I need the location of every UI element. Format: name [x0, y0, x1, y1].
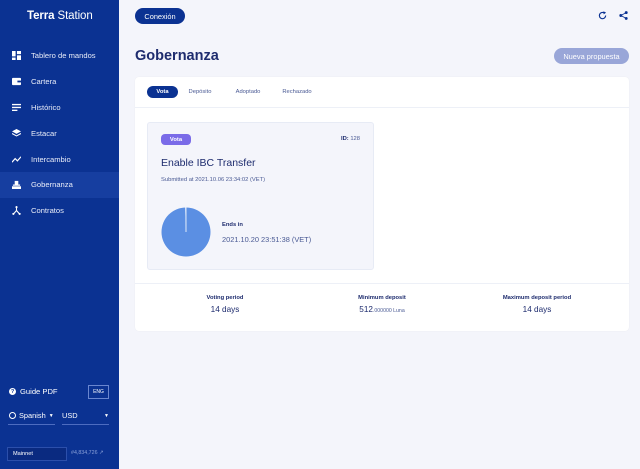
sidebar-item-label: Gobernanza	[31, 180, 73, 190]
connect-button[interactable]: Conexión	[135, 8, 185, 24]
currency-select[interactable]: USD ▼	[62, 411, 109, 420]
tab-passed[interactable]: Adoptado	[228, 86, 268, 98]
share-icon[interactable]	[619, 11, 628, 20]
language-value: Spanish	[19, 411, 46, 420]
sidebar-item-contracts[interactable]: Contratos	[0, 198, 119, 224]
refresh-icon[interactable]	[598, 11, 607, 20]
sidebar-item-wallet[interactable]: Cartera	[0, 69, 119, 95]
sidebar-item-label: Contratos	[31, 206, 64, 216]
sidebar-nav: Tablero de mandos Cartera Histórico Esta…	[0, 43, 119, 224]
caret-down-icon: ▼	[48, 412, 54, 419]
wallet-icon	[12, 77, 21, 86]
proposal-id: ID: 128	[340, 136, 360, 142]
stat-label: Maximum deposit period	[502, 295, 572, 301]
stat-label: Minimum deposit	[358, 295, 406, 301]
stake-icon	[12, 128, 21, 138]
ends-date: 2021.10.20 23:51:38 (VET)	[222, 235, 312, 244]
divider	[135, 283, 629, 284]
stat-value: 14 days	[522, 305, 552, 314]
progress-pie	[161, 207, 211, 257]
proposal-submitted: Submitted at 2021.10.06 23:34:02 (VET)	[161, 177, 266, 183]
guide-language-button[interactable]: ENG	[88, 385, 109, 399]
new-proposal-button[interactable]: Nueva propuesta	[554, 48, 629, 64]
proposal-title: Enable IBC Transfer	[161, 157, 256, 169]
caret-down-icon: ▼	[104, 412, 109, 419]
guide-pdf-link[interactable]: ? Guide PDF	[9, 387, 58, 396]
sidebar-item-label: Histórico	[31, 102, 61, 112]
help-icon: ?	[9, 388, 16, 395]
stat-value: 14 days	[210, 305, 240, 314]
currency-value: USD	[62, 411, 78, 420]
tab-rejected[interactable]: Rechazado	[275, 86, 319, 98]
voting-period-stat: Voting period 14 days	[145, 295, 305, 314]
governance-icon	[12, 180, 21, 190]
sidebar-item-stake[interactable]: Estacar	[0, 120, 119, 146]
tab-vote[interactable]: Vota	[147, 86, 178, 98]
status-badge: Vota	[161, 134, 191, 145]
language-select[interactable]: Spanish ▼	[9, 411, 54, 420]
swap-icon	[12, 155, 21, 164]
stat-value: 512.000000 Luna	[359, 305, 405, 314]
external-link-icon: ↗	[99, 450, 104, 456]
sidebar-item-governance[interactable]: Gobernanza	[0, 171, 119, 198]
sidebar-item-swap[interactable]: Intercambio	[0, 146, 119, 172]
maximum-deposit-period-stat: Maximum deposit period 14 days	[457, 295, 617, 314]
ends-label: Ends in	[222, 222, 243, 228]
divider	[62, 424, 109, 425]
contracts-icon	[12, 206, 21, 216]
tab-deposit[interactable]: Depósito	[184, 86, 216, 98]
sidebar-item-label: Intercambio	[31, 154, 71, 164]
minimum-deposit-stat: Minimum deposit 512.000000 Luna	[302, 295, 462, 314]
sidebar-item-label: Estacar	[31, 128, 57, 138]
guide-label: Guide PDF	[20, 387, 58, 396]
history-icon	[12, 103, 21, 112]
proposal-card[interactable]: Vota ID: 128 Enable IBC Transfer Submitt…	[147, 122, 374, 270]
sidebar-item-label: Cartera	[31, 77, 57, 87]
governance-card: Vota Depósito Adoptado Rechazado Vota ID…	[135, 77, 629, 331]
globe-icon	[9, 412, 16, 419]
divider	[8, 424, 55, 425]
block-height-link[interactable]: #4,834,726 ↗	[71, 450, 103, 456]
stat-label: Voting period	[206, 295, 244, 301]
network-select[interactable]: Mainnet	[7, 447, 67, 461]
tabs-bar: Vota Depósito Adoptado Rechazado	[135, 77, 629, 108]
sidebar: Terra Station Tablero de mandos Cartera …	[0, 0, 119, 469]
app-logo[interactable]: Terra Station	[27, 10, 93, 22]
sidebar-item-history[interactable]: Histórico	[0, 95, 119, 121]
page-title: Gobernanza	[135, 48, 219, 64]
sidebar-item-dashboard[interactable]: Tablero de mandos	[0, 43, 119, 69]
dashboard-icon	[12, 51, 21, 61]
sidebar-item-label: Tablero de mandos	[31, 51, 96, 61]
